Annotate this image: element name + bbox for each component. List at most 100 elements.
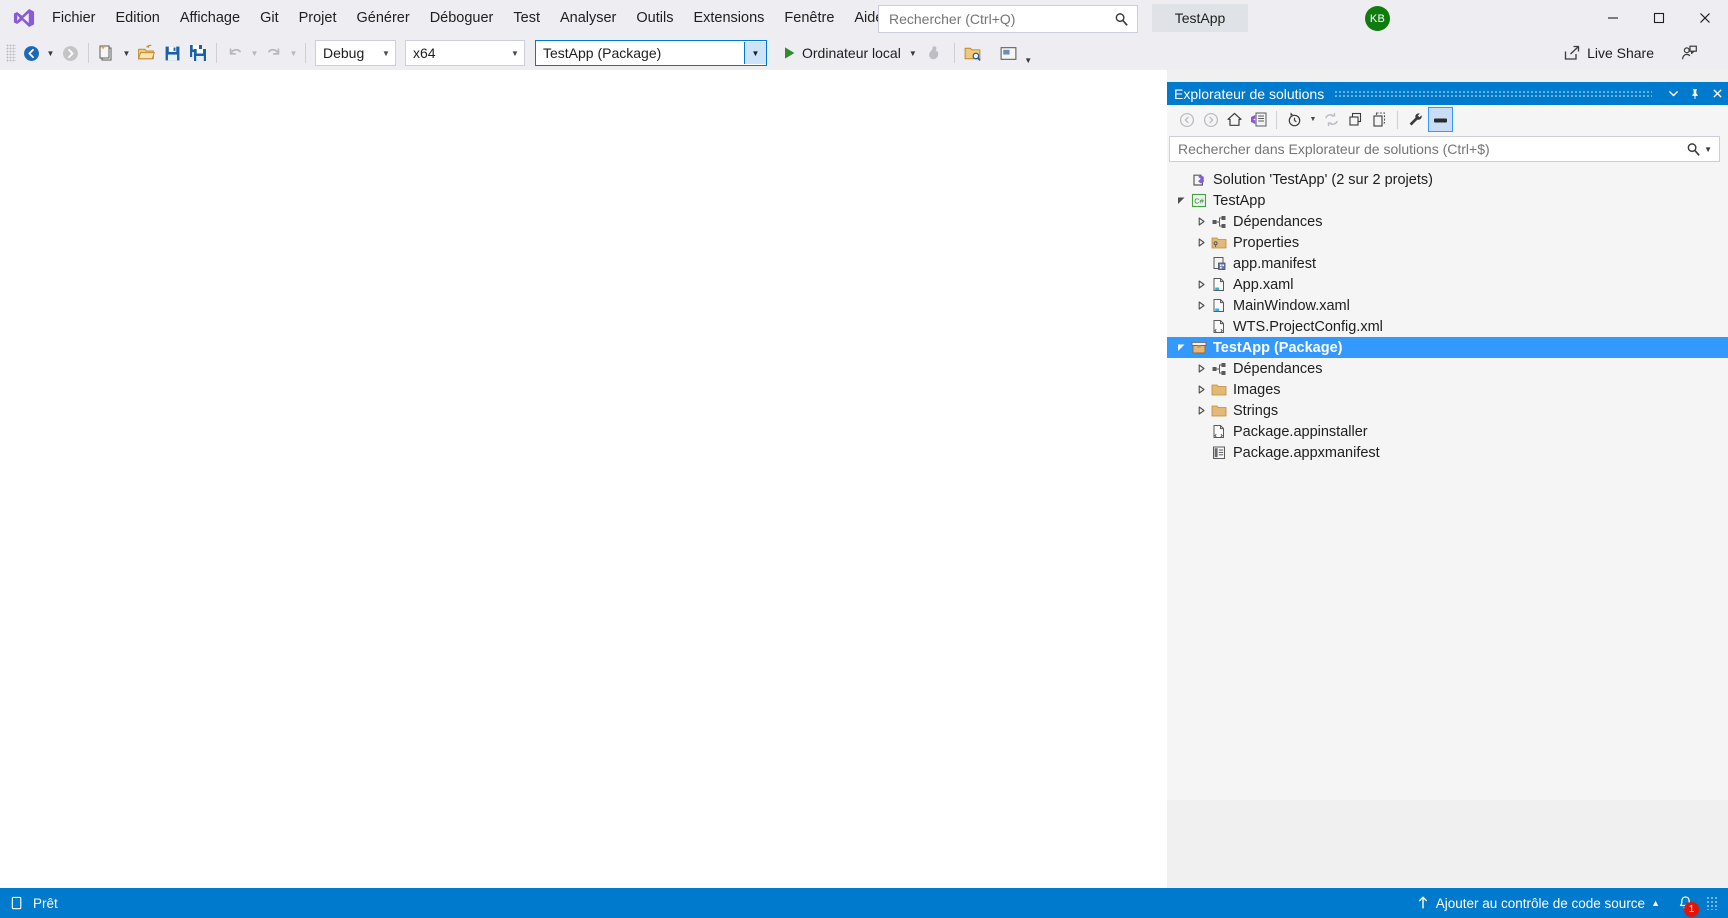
tree-item-mainwindow-xaml[interactable]: MainWindow.xaml	[1167, 295, 1728, 316]
twisty-expanded[interactable]	[1173, 337, 1189, 358]
close-icon[interactable]	[1706, 82, 1728, 105]
navigate-back-icon[interactable]	[18, 40, 44, 66]
twisty-collapsed[interactable]	[1193, 358, 1209, 379]
tree-item-dependencies-package[interactable]: Dépendances	[1167, 358, 1728, 379]
folder-search-icon[interactable]	[960, 40, 986, 66]
menu-item-test[interactable]: Test	[503, 0, 550, 36]
toolbar-grip[interactable]	[6, 44, 16, 62]
tree-item-solution[interactable]: Solution 'TestApp' (2 sur 2 projets)	[1167, 169, 1728, 190]
notifications-button[interactable]: 1	[1672, 890, 1699, 917]
chevron-down-icon[interactable]: ▼	[909, 49, 917, 58]
tree-item-testapp-project[interactable]: C# TestApp	[1167, 190, 1728, 211]
search-options-dropdown[interactable]: ▼	[1704, 145, 1712, 154]
chevron-down-icon[interactable]: ▼	[377, 49, 395, 58]
twisty-expanded[interactable]	[1173, 190, 1189, 211]
tree-item-images[interactable]: Images	[1167, 379, 1728, 400]
redo-dropdown[interactable]: ▼	[287, 40, 300, 66]
menu-label: Outils	[636, 10, 674, 26]
new-item-dropdown[interactable]: ▼	[120, 40, 133, 66]
twisty-collapsed[interactable]	[1193, 232, 1209, 253]
solution-explorer-search-input[interactable]	[1176, 140, 1687, 158]
navigate-forward-icon[interactable]	[57, 40, 83, 66]
twisty-collapsed[interactable]	[1193, 295, 1209, 316]
undo-icon[interactable]	[222, 40, 248, 66]
menu-item-affichage[interactable]: Affichage	[170, 0, 250, 36]
minimize-button[interactable]	[1590, 0, 1636, 36]
pin-icon[interactable]	[1684, 82, 1706, 105]
send-feedback-icon[interactable]	[1676, 40, 1702, 66]
undo-dropdown[interactable]: ▼	[248, 40, 261, 66]
open-file-icon[interactable]	[133, 40, 159, 66]
menu-item-deboguer[interactable]: Déboguer	[420, 0, 504, 36]
menu-item-analyser[interactable]: Analyser	[550, 0, 626, 36]
home-icon[interactable]	[1223, 108, 1246, 131]
twisty-collapsed[interactable]	[1193, 274, 1209, 295]
close-button[interactable]	[1682, 0, 1728, 36]
avatar[interactable]: KB	[1365, 6, 1390, 31]
menu-item-extensions[interactable]: Extensions	[683, 0, 774, 36]
menu-item-edition[interactable]: Edition	[106, 0, 170, 36]
startup-project-combo[interactable]: TestApp (Package) ▼	[535, 40, 767, 66]
toolbar-overflow-icon[interactable]: ▼	[1022, 39, 1035, 68]
menu-label: Test	[513, 10, 540, 26]
document-tab-testapp[interactable]: TestApp	[1152, 4, 1248, 32]
save-all-icon[interactable]	[185, 40, 211, 66]
solution-view-icon[interactable]	[1247, 108, 1270, 131]
resize-grip[interactable]	[1706, 896, 1718, 910]
save-icon[interactable]	[159, 40, 185, 66]
quick-search-input[interactable]	[887, 10, 1101, 28]
solution-explorer-toolbar: ▼	[1167, 105, 1728, 134]
solution-explorer-search-box[interactable]: ▼	[1169, 136, 1720, 162]
refresh-icon[interactable]	[1320, 108, 1343, 131]
tree-item-app-manifest[interactable]: app.manifest	[1167, 253, 1728, 274]
status-ready-text: Prêt	[33, 895, 58, 911]
navigate-back-dropdown[interactable]: ▼	[44, 40, 57, 66]
platform-value: x64	[413, 45, 436, 61]
twisty-collapsed[interactable]	[1193, 211, 1209, 232]
notification-count-badge: 1	[1684, 902, 1699, 917]
chevron-down-icon[interactable]: ▼	[506, 49, 524, 58]
twisty-collapsed[interactable]	[1193, 400, 1209, 421]
pending-changes-dropdown[interactable]: ▼	[1307, 108, 1319, 131]
live-preview-icon[interactable]	[996, 40, 1022, 66]
menu-item-git[interactable]: Git	[250, 0, 289, 36]
start-debugging-button[interactable]: Ordinateur local ▼	[779, 40, 921, 66]
menu-item-fichier[interactable]: Fichier	[42, 0, 106, 36]
collapse-all-icon[interactable]	[1344, 108, 1367, 131]
maximize-button[interactable]	[1636, 0, 1682, 36]
redo-icon[interactable]	[261, 40, 287, 66]
menu-label: Projet	[298, 10, 337, 26]
quick-search-box[interactable]	[878, 5, 1138, 33]
twisty-collapsed[interactable]	[1193, 379, 1209, 400]
show-all-files-icon[interactable]	[1368, 108, 1391, 131]
search-icon	[1114, 12, 1129, 27]
platform-combo[interactable]: x64 ▼	[405, 40, 525, 66]
chevron-down-icon[interactable]: ▼	[744, 42, 766, 64]
back-icon[interactable]	[1175, 108, 1198, 131]
tree-item-strings[interactable]: Strings	[1167, 400, 1728, 421]
configuration-combo[interactable]: Debug ▼	[315, 40, 396, 66]
hot-reload-icon[interactable]	[923, 40, 949, 66]
tree-item-wts-projectconfig-xml[interactable]: WTS.ProjectConfig.xml	[1167, 316, 1728, 337]
chevron-down-icon[interactable]	[1662, 82, 1684, 105]
tree-item-package-appinstaller[interactable]: Package.appinstaller	[1167, 421, 1728, 442]
menu-item-outils[interactable]: Outils	[626, 0, 683, 36]
solution-explorer-title-bar[interactable]: Explorateur de solutions	[1167, 82, 1728, 105]
new-item-icon[interactable]	[94, 40, 120, 66]
tree-item-testapp-package[interactable]: TestApp (Package)	[1167, 337, 1728, 358]
menu-item-fenetre[interactable]: Fenêtre	[774, 0, 844, 36]
menu-item-generer[interactable]: Générer	[346, 0, 419, 36]
chevron-up-icon[interactable]: ▲	[1651, 898, 1660, 908]
preview-selected-icon[interactable]	[1428, 107, 1453, 132]
live-share-button[interactable]: Live Share	[1557, 40, 1660, 66]
pending-changes-icon[interactable]	[1283, 108, 1306, 131]
add-to-source-control-button[interactable]: Ajouter au contrôle de code source ▲	[1412, 888, 1664, 918]
tree-item-dependencies-testapp[interactable]: Dépendances	[1167, 211, 1728, 232]
tree-item-package-appxmanifest[interactable]: Package.appxmanifest	[1167, 442, 1728, 463]
tree-item-properties[interactable]: Properties	[1167, 232, 1728, 253]
tree-item-app-xaml[interactable]: App.xaml	[1167, 274, 1728, 295]
menu-item-projet[interactable]: Projet	[289, 0, 347, 36]
forward-icon[interactable]	[1199, 108, 1222, 131]
panel-drag-handle[interactable]	[1334, 89, 1652, 98]
properties-icon[interactable]	[1404, 108, 1427, 131]
